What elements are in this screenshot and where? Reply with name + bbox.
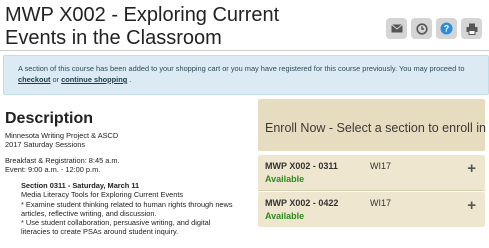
section-term: WI17 [370,161,392,171]
envelope-icon [390,24,403,33]
notice-text: A section of this course has been added … [18,64,465,73]
section-row[interactable]: MWP X002 - 0311 WI17 Available + [258,155,485,190]
description-heading: Description [5,110,94,127]
session-line: articles, reflective writing, and discus… [21,208,157,218]
session-line: * Use student collaboration, persuasive … [21,218,211,228]
email-button[interactable] [386,18,407,39]
description-line: Minnesota Writing Project & ASCD [5,131,119,140]
description-line: Breakfast & Registration: 8:45 a.m. [5,156,120,165]
svg-text:?: ? [444,24,450,34]
clock-icon [415,22,428,35]
continue-shopping-link[interactable]: continue shopping [61,75,127,84]
add-section-button[interactable]: + [467,161,476,176]
section-code: MWP X002 - 0422 [265,198,339,208]
add-section-button[interactable]: + [467,198,476,213]
print-button[interactable] [461,18,482,39]
help-button[interactable]: ? [436,18,457,39]
session-line: * Examine student thinking related to hu… [21,199,233,209]
page-title: MWP X002 - Exploring Current Events in t… [5,4,280,49]
session-title: Section 0311 - Saturday, March 11 [21,181,140,190]
section-status: Available [265,211,305,221]
help-icon: ? [440,22,453,35]
cart-notice: A section of this course has been added … [3,55,489,95]
session-line: literacies to create PSAs around student… [21,227,179,237]
notice-period: . [127,75,132,84]
section-status: Available [265,174,305,184]
history-button[interactable] [411,18,432,39]
checkout-link[interactable]: checkout [18,75,50,84]
section-row[interactable]: MWP X002 - 0422 WI17 Available + [258,192,485,227]
printer-icon [466,23,477,35]
notice-or: or [50,75,62,84]
enroll-heading: Enroll Now - Select a section to enroll … [258,99,486,151]
description-line: Event: 9:00 a.m. - 12:00 p.m. [5,165,101,174]
description-line: 2017 Saturday Sessions [5,140,86,149]
section-divider [258,190,485,191]
session-details: Section 0311 - Saturday, March 11 Media … [21,181,256,237]
session-line: Media Literacy Tools for Exploring Curre… [21,190,184,200]
section-term: WI17 [370,198,392,208]
section-code: MWP X002 - 0311 [265,161,338,171]
page-toolbar: ? [386,18,482,39]
title-divider [0,50,489,51]
